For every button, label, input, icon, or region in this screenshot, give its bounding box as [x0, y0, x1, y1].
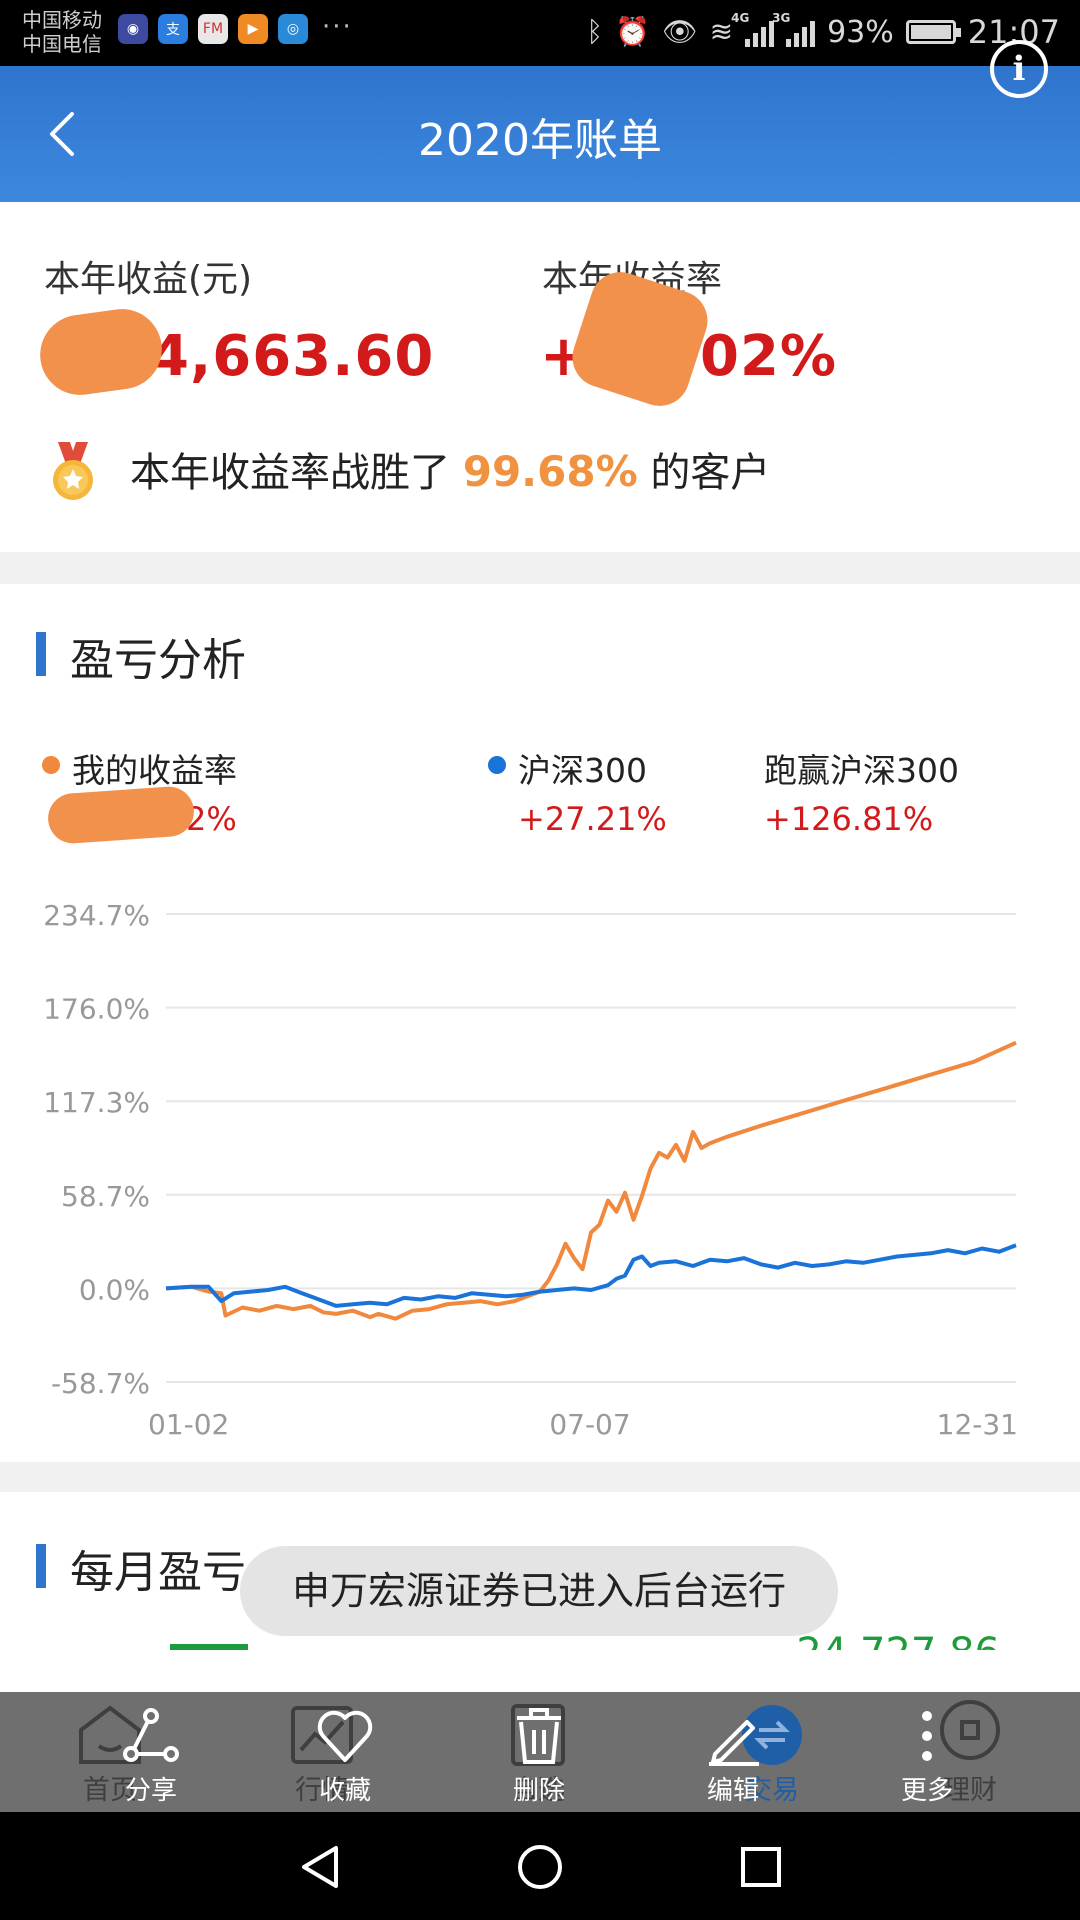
legend-value-hs300: +27.21% [518, 800, 667, 838]
redaction-scribble [35, 303, 167, 401]
y-tick-label: 0.0% [79, 1273, 150, 1306]
trash-icon [517, 1708, 561, 1764]
system-status: ᛒ ⏰ 👁 ≋ 4G 3G 93% 21:07 [586, 11, 1060, 52]
share-button[interactable]: 分享 [76, 1692, 226, 1812]
more-notifications: ··· [322, 12, 353, 42]
redaction-scribble [46, 784, 196, 846]
legend-dot-hs300 [488, 756, 506, 774]
delete-label: 删除 [512, 1776, 565, 1806]
series-line-hs300 [165, 1243, 1017, 1308]
annual-income-label: 本年收益(元) [44, 259, 253, 300]
annual-summary: 本年收益(元) 4,663.60 本年收益率 + 02% 本年收益率战胜了 99… [0, 202, 1080, 552]
page-title: 2020年账单 [418, 115, 662, 166]
carrier-1: 中国移动 [22, 8, 102, 32]
nav-back-icon[interactable] [296, 1842, 346, 1892]
title-bar: 2020年账单 i [0, 40, 1080, 202]
signal-4g-icon: 4G [731, 11, 775, 47]
toast-message: 申万宏源证券已进入后台运行 [240, 1546, 838, 1636]
rank-prefix: 本年收益率战胜了 [130, 450, 450, 496]
carrier-info: 中国移动 中国电信 [22, 8, 102, 56]
info-icon[interactable]: i [990, 40, 1048, 98]
return-line-chart: 234.7% 176.0% 117.3% 58.7% 0.0% -58.7% 01-02 07… [43, 899, 1018, 1440]
edit-button[interactable]: 编辑 [658, 1692, 808, 1812]
y-tick-label: -58.7% [51, 1367, 150, 1400]
y-tick-label: 234.7% [43, 899, 150, 932]
share-action-sheet: 首页 行情 自选 交易 理财 分享 收藏 删除 编辑 更多 [0, 1692, 1080, 1812]
carrier-2: 中国电信 [22, 32, 102, 56]
section-accent-bar [36, 1544, 46, 1588]
legend-value-my-return: 2% [186, 800, 237, 838]
battery-percent: 93% [827, 14, 894, 50]
share-icon [123, 1708, 179, 1762]
medal-icon [53, 442, 93, 500]
app-notification-icon: ◉ [118, 14, 148, 44]
analysis-title: 盈亏分析 [70, 635, 246, 686]
y-tick-label: 58.7% [61, 1180, 150, 1213]
annual-income-value: 4,663.60 [150, 324, 435, 389]
system-navigation-bar [0, 1812, 1080, 1920]
wifi-icon: ≋ [709, 15, 734, 48]
signal-3g-icon: 3G [772, 11, 816, 47]
share-label: 分享 [124, 1776, 177, 1806]
legend-label-beat-hs300: 跑赢沪深300 [764, 751, 959, 790]
tab-bar-top [0, 1650, 1080, 1692]
section-divider [0, 1462, 1080, 1492]
section-divider [0, 552, 1080, 584]
y-tick-label: 176.0% [43, 993, 150, 1026]
alarm-icon: ⏰ [615, 15, 651, 48]
screen: 中国移动 中国电信 ◉ 支 FM ▶ ◎ ··· ᛒ ⏰ 👁 ≋ 4G 3G 9… [0, 0, 1080, 1920]
pen-icon [709, 1720, 759, 1766]
series-line-my-return [165, 1040, 1017, 1321]
battery-icon [905, 20, 961, 44]
bluetooth-icon: ᛒ [586, 15, 604, 48]
legend-dot-my-return [42, 756, 60, 774]
rank-suffix: 的客户 [650, 450, 771, 496]
edit-label: 编辑 [706, 1776, 759, 1806]
y-tick-label: 117.3% [43, 1086, 150, 1119]
play-icon: ▶ [238, 14, 268, 44]
delete-button[interactable]: 删除 [464, 1692, 614, 1812]
x-tick-label: 07-07 [549, 1408, 630, 1440]
nav-recents-icon[interactable] [736, 1842, 786, 1892]
favorite-button[interactable]: 收藏 [270, 1692, 420, 1812]
notification-icons: ◉ 支 FM ▶ ◎ [118, 14, 308, 44]
fm-icon: FM [198, 14, 228, 44]
more-button[interactable]: 更多 [852, 1692, 1002, 1812]
rank-percent: 99.68% [462, 447, 638, 496]
x-tick-label: 12-31 [937, 1408, 1018, 1440]
heart-icon [317, 1710, 373, 1762]
legend-label-hs300: 沪深300 [518, 751, 647, 790]
more-vertical-icon [922, 1711, 932, 1761]
legend-label-my-return: 我的收益率 [72, 751, 237, 790]
nav-home-icon[interactable] [515, 1842, 565, 1892]
section-accent-bar [36, 632, 46, 676]
eye-icon: 👁 [662, 15, 698, 48]
rank-statement: 本年收益率战胜了 99.68% 的客户 [130, 442, 770, 503]
legend-value-beat-hs300: +126.81% [764, 800, 934, 838]
x-tick-label: 01-02 [148, 1408, 229, 1440]
monthly-title: 每月盈亏 [70, 1547, 246, 1598]
more-label: 更多 [900, 1776, 953, 1806]
alipay-icon: 支 [158, 14, 188, 44]
browser-icon: ◎ [278, 14, 308, 44]
annual-rate-value: 02% [700, 324, 838, 389]
status-bar: 中国移动 中国电信 ◉ 支 FM ▶ ◎ ··· ᛒ ⏰ 👁 ≋ 4G 3G 9… [0, 0, 1080, 66]
favorite-label: 收藏 [318, 1776, 371, 1806]
